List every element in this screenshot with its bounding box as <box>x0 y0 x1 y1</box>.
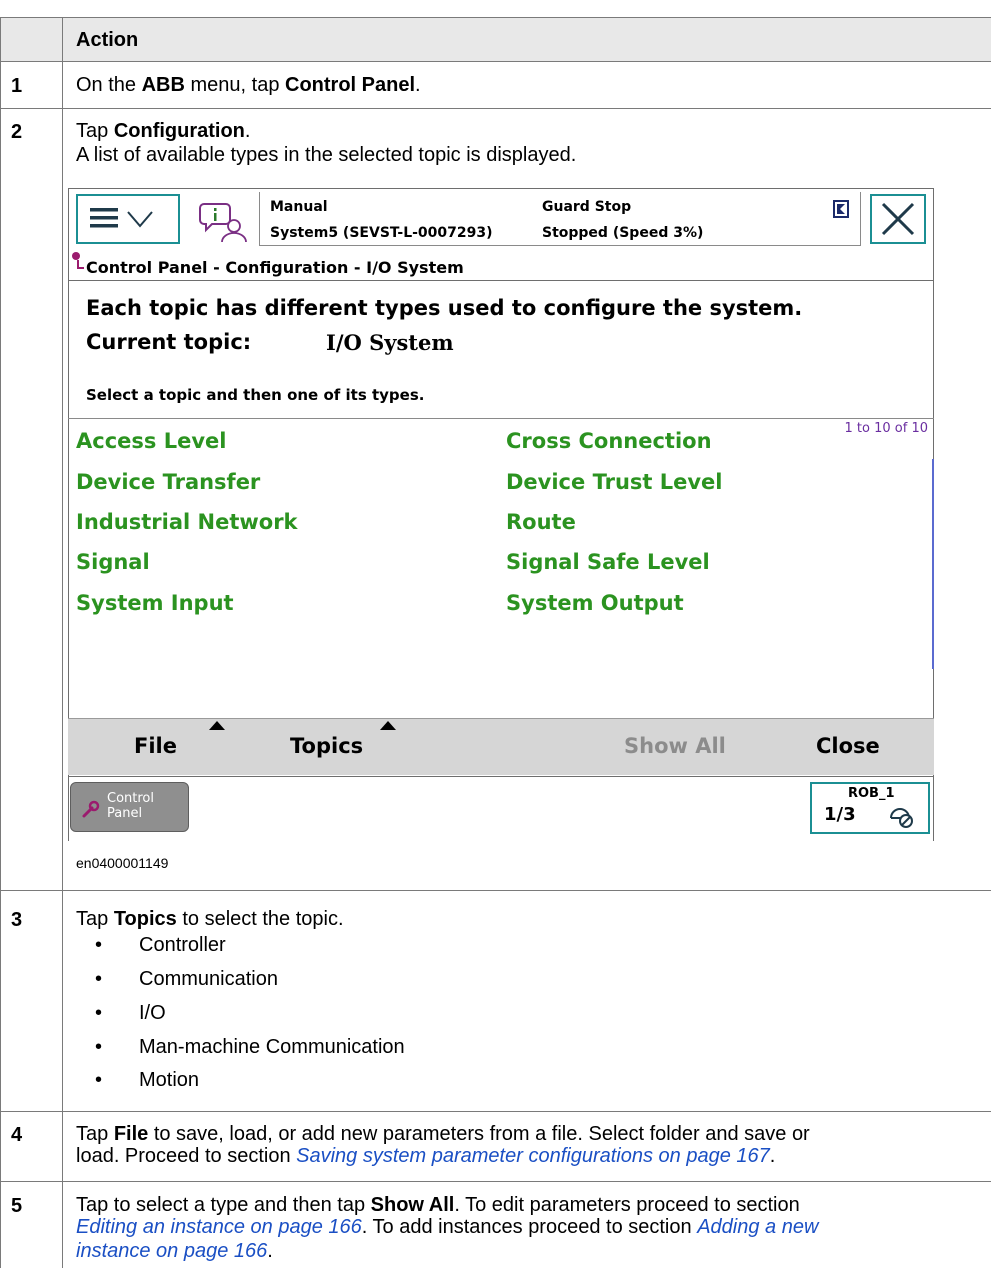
topics-menu-button[interactable]: Topics <box>290 734 363 758</box>
cross-reference-link[interactable]: Adding a new <box>697 1216 818 1238</box>
description-text: Each topic has different types used to c… <box>86 296 803 320</box>
step-2-subtext: A list of available types in the selecte… <box>76 144 577 166</box>
list-item: • I/O <box>95 1002 166 1024</box>
rule <box>0 1181 991 1182</box>
step-1-text: On the ABB menu, tap Control Panel. <box>76 74 421 96</box>
current-topic-value: I/O System <box>326 330 454 355</box>
rule <box>62 17 63 1268</box>
rule <box>0 17 991 18</box>
caret-up-icon <box>209 721 225 730</box>
run-mode-icon <box>833 200 849 218</box>
mechanical-unit-label: ROB_1 <box>848 786 895 801</box>
window-title: Control Panel - Configuration - I/O Syst… <box>86 258 464 277</box>
flexpendant-screenshot: Manual System5 (SEVST-L-0007293) Guard S… <box>68 188 934 841</box>
list-item: • Motion <box>95 1069 200 1091</box>
task-label: Control Panel <box>107 791 154 821</box>
list-item[interactable]: System Input <box>76 591 234 615</box>
step-number: 4 <box>11 1124 23 1146</box>
list-item[interactable]: Device Transfer <box>76 470 260 494</box>
cross-reference-link[interactable]: Saving system parameter configurations o… <box>296 1145 770 1167</box>
list-item[interactable]: Cross Connection <box>506 429 712 453</box>
cross-reference-link[interactable]: instance on page 166 <box>76 1240 267 1262</box>
list-item[interactable]: System Output <box>506 591 684 615</box>
abb-menu-button[interactable] <box>76 194 180 244</box>
command-bar: File Topics Show All Close <box>68 718 934 775</box>
control-panel-task-button[interactable]: Control Panel <box>70 782 189 832</box>
list-item[interactable]: Route <box>506 510 576 534</box>
table-header-action: Action <box>76 29 139 51</box>
list-item[interactable]: Signal Safe Level <box>506 550 710 574</box>
rule <box>0 61 991 62</box>
system-name: System5 (SEVST-L-0007293) <box>270 225 493 241</box>
step-number: 5 <box>11 1195 23 1217</box>
controller-state: Guard Stop <box>542 199 632 215</box>
step-2-text: Tap Configuration. <box>76 120 251 142</box>
step-3-text: Tap Topics to select the topic. <box>76 908 344 930</box>
status-bar: Manual System5 (SEVST-L-0007293) Guard S… <box>259 192 861 246</box>
control-panel-icon <box>72 252 84 269</box>
program-state: Stopped (Speed 3%) <box>542 225 704 241</box>
quickset-button[interactable]: ROB_1 1/3 <box>810 782 930 834</box>
file-menu-button[interactable]: File <box>134 734 177 758</box>
table-header-bg <box>0 17 991 61</box>
list-item[interactable]: Access Level <box>76 429 226 453</box>
figure-caption: en0400001149 <box>76 855 169 871</box>
close-icon <box>881 202 915 236</box>
menu-icon <box>90 208 153 228</box>
step-5-subtext-cont: instance on page 166. <box>76 1240 273 1262</box>
rule <box>0 17 1 1268</box>
step-4-text: Tap File to save, load, or add new param… <box>76 1123 810 1145</box>
step-number: 3 <box>11 909 23 931</box>
increment-fraction: 1/3 <box>824 804 856 825</box>
list-item[interactable]: Signal <box>76 550 150 574</box>
list-item: • Communication <box>95 968 278 990</box>
caret-up-icon <box>380 721 396 730</box>
close-window-button[interactable] <box>870 194 926 244</box>
show-all-button[interactable]: Show All <box>624 734 726 758</box>
step-number: 2 <box>11 121 23 143</box>
list-item: • Man-machine Communication <box>95 1036 405 1058</box>
operating-mode: Manual <box>270 199 328 215</box>
rule <box>0 108 991 109</box>
step-4-subtext: load. Proceed to section Saving system p… <box>76 1145 776 1167</box>
scrollbar[interactable] <box>932 459 934 669</box>
rule <box>0 1111 991 1112</box>
step-number: 1 <box>11 75 23 97</box>
wrench-icon <box>82 800 100 818</box>
current-topic-label: Current topic: <box>86 330 252 354</box>
type-list: 1 to 10 of 10 Access Level Cross Connect… <box>68 418 934 719</box>
list-count: 1 to 10 of 10 <box>844 421 928 436</box>
instruction-text: Select a topic and then one of its types… <box>86 386 425 404</box>
incremental-mode-icon <box>890 808 913 828</box>
rule <box>0 890 991 891</box>
cross-reference-link[interactable]: Editing an instance on page 166 <box>76 1216 362 1238</box>
event-log-icon[interactable] <box>198 198 250 244</box>
list-item[interactable]: Device Trust Level <box>506 470 723 494</box>
list-item[interactable]: Industrial Network <box>76 510 298 534</box>
list-item: • Controller <box>95 934 226 956</box>
step-5-text: Tap to select a type and then tap Show A… <box>76 1194 800 1216</box>
manual-page: Action 1 On the ABB menu, tap Control Pa… <box>0 0 991 1268</box>
close-button[interactable]: Close <box>816 734 880 758</box>
step-5-subtext: Editing an instance on page 166. To add … <box>76 1216 819 1238</box>
